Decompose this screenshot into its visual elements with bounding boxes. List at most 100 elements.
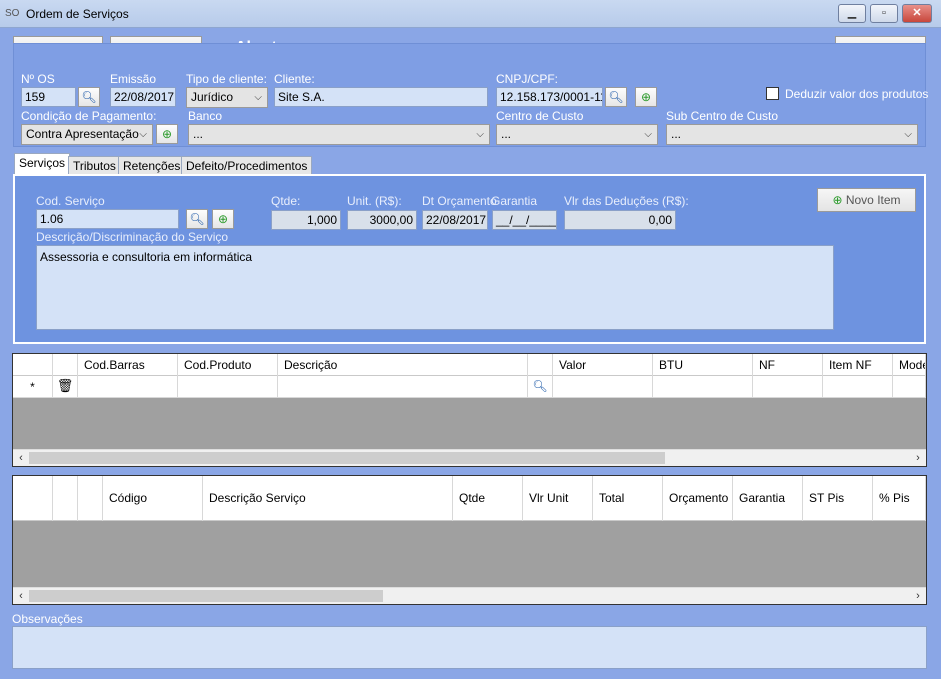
tab-servicos[interactable]: Serviços: [14, 153, 71, 175]
qtde-field[interactable]: 1,000: [271, 210, 341, 230]
search-icon[interactable]: 🔍︎: [605, 87, 627, 107]
novo-item-button[interactable]: ⊕ Novo Item: [817, 188, 916, 212]
col-btu[interactable]: BTU: [653, 354, 753, 376]
tipo-cliente-label: Tipo de cliente:: [186, 72, 267, 86]
banco-label: Banco: [188, 109, 223, 123]
search-icon[interactable]: 🔍︎: [78, 87, 100, 107]
chevron-down-icon: ⌵: [476, 129, 484, 140]
scroll-left-icon[interactable]: ‹: [13, 450, 29, 466]
tab-tributos[interactable]: Tributos: [68, 156, 121, 176]
cell-cod-produto[interactable]: [178, 376, 278, 398]
unit-field[interactable]: 3000,00: [347, 210, 417, 230]
chevron-down-icon: ⌵: [644, 129, 652, 140]
new-row-marker: *: [13, 376, 53, 398]
col2-st-pis[interactable]: ST Pis: [803, 476, 873, 521]
col2-vlr-unit[interactable]: Vlr Unit: [523, 476, 593, 521]
scroll-thumb[interactable]: [29, 452, 665, 464]
col2-qtde[interactable]: Qtde: [453, 476, 523, 521]
deducoes-field[interactable]: 0,00: [564, 210, 676, 230]
col2-codigo[interactable]: Código: [103, 476, 203, 521]
add-green-icon[interactable]: ⊕: [635, 87, 657, 107]
grid2-col-blank: [53, 476, 78, 521]
sub-centro-select[interactable]: ... ⌵: [666, 124, 918, 145]
col2-descricao-servico[interactable]: Descrição Serviço: [203, 476, 453, 521]
cell-btu[interactable]: [653, 376, 753, 398]
cond-pag-label: Condição de Pagamento:: [21, 109, 157, 123]
sub-centro-label: Sub Centro de Custo: [666, 109, 779, 123]
grid2-col-blank2: [78, 476, 103, 521]
cell-model[interactable]: [893, 376, 926, 398]
col-search: [528, 354, 553, 376]
app-icon: SO: [5, 8, 20, 19]
chevron-down-icon: ⌵: [904, 129, 912, 140]
grid-corner: [13, 354, 53, 376]
maximize-icon[interactable]: ▫: [870, 4, 898, 23]
cell-item-nf[interactable]: [823, 376, 893, 398]
col-cod-barras[interactable]: Cod.Barras: [78, 354, 178, 376]
col2-garantia[interactable]: Garantia: [733, 476, 803, 521]
emissao-field[interactable]: 22/08/2017: [110, 87, 176, 107]
chevron-down-icon: ⌵: [139, 129, 147, 140]
scroll-left-icon[interactable]: ‹: [13, 588, 29, 604]
window-title: Ordem de Serviços: [26, 7, 129, 21]
nos-label: Nº OS: [21, 72, 55, 86]
cnpj-label: CNPJ/CPF:: [496, 72, 559, 86]
servicos-hscrollbar[interactable]: ‹ ›: [13, 587, 926, 604]
add-green-icon[interactable]: ⊕: [212, 209, 234, 229]
col-nf[interactable]: NF: [753, 354, 823, 376]
search-icon[interactable]: 🔍︎: [528, 376, 553, 398]
emissao-label: Emissão: [110, 72, 157, 86]
cod-servico-field[interactable]: 1.06: [36, 209, 179, 229]
cell-nf[interactable]: [753, 376, 823, 398]
add-green-icon[interactable]: ⊕: [156, 124, 178, 144]
cliente-label: Cliente:: [274, 72, 315, 86]
observacoes-textarea[interactable]: [12, 626, 927, 669]
grid-col-blank: [53, 354, 78, 376]
col-item-nf[interactable]: Item NF: [823, 354, 893, 376]
col-valor[interactable]: Valor: [553, 354, 653, 376]
col2-pct-pis[interactable]: % Pis: [873, 476, 926, 521]
add-green-icon: ⊕: [832, 193, 846, 207]
minimize-icon[interactable]: ▁: [838, 4, 866, 23]
close-icon[interactable]: ✕: [902, 4, 932, 23]
cliente-field[interactable]: Site S.A.: [274, 87, 488, 107]
col-model[interactable]: Model: [893, 354, 926, 376]
deduzir-checkbox[interactable]: [766, 87, 779, 100]
deducoes-label: Vlr das Deduções (R$):: [564, 194, 689, 208]
dt-orcamento-label: Dt Orçamento: [422, 194, 497, 208]
tab-defeito[interactable]: Defeito/Procedimentos: [181, 156, 313, 176]
nos-field[interactable]: 159: [21, 87, 76, 107]
cond-pag-select[interactable]: Contra Apresentação ⌵: [21, 124, 153, 145]
window-titlebar: SO Ordem de Serviços ▁ ▫ ✕: [0, 0, 941, 28]
observacoes-label: Observações: [12, 612, 83, 626]
cell-descricao[interactable]: [278, 376, 528, 398]
tipo-cliente-select[interactable]: Jurídico ⌵: [186, 87, 268, 108]
cell-cod-barras[interactable]: [78, 376, 178, 398]
dt-orcamento-field[interactable]: 22/08/2017: [422, 210, 488, 230]
col2-orcamento[interactable]: Orçamento: [663, 476, 733, 521]
unit-label: Unit. (R$):: [347, 194, 402, 208]
scroll-right-icon[interactable]: ›: [910, 588, 926, 604]
descricao-textarea[interactable]: Assessoria e consultoria em informática: [36, 245, 834, 330]
col2-total[interactable]: Total: [593, 476, 663, 521]
search-icon[interactable]: 🔍︎: [186, 209, 208, 229]
deduzir-label: Deduzir valor dos produtos: [785, 87, 929, 101]
grid2-corner: [13, 476, 53, 521]
cnpj-field[interactable]: 12.158.173/0001-11: [496, 87, 603, 107]
centro-custo-select[interactable]: ... ⌵: [496, 124, 658, 145]
col-cod-produto[interactable]: Cod.Produto: [178, 354, 278, 376]
banco-select[interactable]: ... ⌵: [188, 124, 490, 145]
centro-custo-label: Centro de Custo: [496, 109, 584, 123]
produtos-hscrollbar[interactable]: ‹ ›: [13, 449, 926, 466]
scroll-right-icon[interactable]: ›: [910, 450, 926, 466]
tab-retencoes[interactable]: Retenções: [118, 156, 186, 176]
scroll-thumb[interactable]: [29, 590, 383, 602]
qtde-label: Qtde:: [271, 194, 301, 208]
col-descricao[interactable]: Descrição: [278, 354, 528, 376]
garantia-field[interactable]: __/__/____: [492, 210, 557, 230]
garantia-label: Garantia: [491, 194, 538, 208]
chevron-down-icon: ⌵: [254, 92, 262, 103]
cell-valor[interactable]: [553, 376, 653, 398]
cod-servico-label: Cod. Serviço: [36, 194, 105, 208]
trash-icon[interactable]: 🗑︎: [53, 376, 78, 398]
